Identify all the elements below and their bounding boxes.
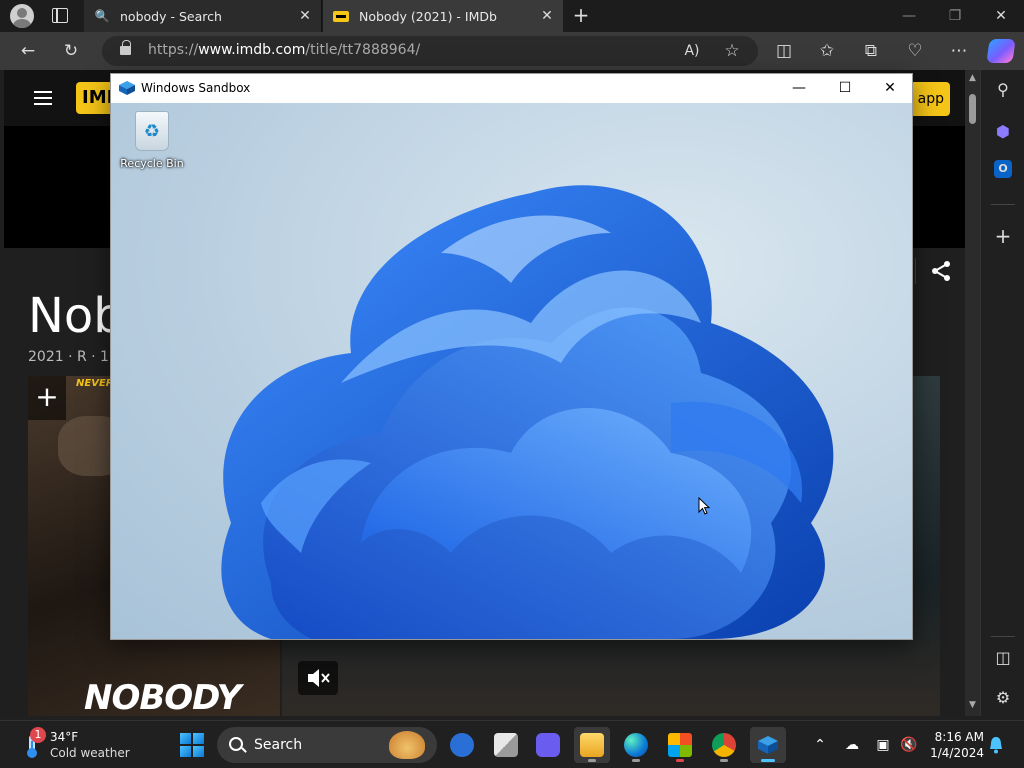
search-icon[interactable]: ⚲ <box>991 78 1015 102</box>
settings-gear-icon[interactable]: ⚙ <box>991 686 1015 710</box>
new-tab-button[interactable]: + <box>570 3 592 27</box>
favorites-icon[interactable]: ✩ <box>815 39 839 63</box>
weather-widget[interactable]: 1 34°F Cold weather <box>16 727 156 763</box>
search-icon: 🔍 <box>94 9 110 23</box>
chrome-icon <box>712 733 736 757</box>
desktop-icon-label: Recycle Bin <box>120 157 184 170</box>
taskbar-search[interactable]: Search <box>217 727 437 763</box>
search-highlight-icon <box>389 731 425 759</box>
profile-avatar[interactable] <box>10 4 34 28</box>
copilot-sidebar-icon[interactable]: ⬢ <box>991 120 1015 144</box>
more-icon[interactable]: ⋯ <box>947 39 971 63</box>
weather-temp: 34°F <box>50 730 79 744</box>
browser-tab-strip: 🔍 nobody - Search ✕ Nobody (2021) - IMDb… <box>0 0 1024 32</box>
use-app-button[interactable]: app <box>910 82 950 116</box>
windows-sandbox-window: Windows Sandbox — ☐ ✕ ♻ Recycle Bin <box>110 73 913 640</box>
browser-minimize-button[interactable]: — <box>886 0 932 32</box>
mouse-cursor-icon <box>698 497 710 515</box>
app-preview-icon <box>450 733 474 757</box>
sandbox-app-icon <box>758 736 778 754</box>
divider <box>915 258 916 284</box>
performance-icon[interactable]: ♡ <box>903 39 927 63</box>
desktop-icon-recycle-bin[interactable]: ♻ Recycle Bin <box>117 111 187 170</box>
windows-taskbar: 1 34°F Cold weather Search ⌃ ☁ ▣ 🔇 8:16 … <box>0 720 1024 768</box>
address-bar[interactable]: https://www.imdb.com/title/tt7888964/ A)… <box>102 36 758 66</box>
start-button[interactable] <box>180 733 204 757</box>
taskbar-app-file-explorer[interactable] <box>574 727 610 763</box>
menu-icon[interactable] <box>34 91 52 105</box>
lock-icon[interactable] <box>120 40 131 57</box>
scroll-up-icon[interactable]: ▲ <box>967 73 978 84</box>
sandbox-app-icon <box>119 81 135 95</box>
favorite-star-icon[interactable]: ☆ <box>720 39 744 63</box>
poster-title: NOBODY <box>84 678 241 716</box>
taskbar-app-store[interactable] <box>662 727 698 763</box>
folder-icon <box>580 733 604 757</box>
sidebar-divider <box>991 636 1015 637</box>
clock-date: 1/4/2024 <box>930 746 984 760</box>
teams-icon <box>536 733 560 757</box>
sandbox-titlebar[interactable]: Windows Sandbox — ☐ ✕ <box>111 74 912 103</box>
search-icon <box>229 737 243 751</box>
scroll-thumb[interactable] <box>969 94 976 124</box>
task-view-icon <box>494 733 518 757</box>
taskbar-app-task-view[interactable] <box>488 727 524 763</box>
copilot-icon[interactable] <box>986 39 1016 63</box>
taskbar-app-teams[interactable] <box>530 727 566 763</box>
mute-button[interactable] <box>298 661 338 695</box>
taskbar-app-prerelease[interactable] <box>444 727 480 763</box>
network-icon[interactable]: ▣ <box>873 735 893 755</box>
scroll-down-icon[interactable]: ▼ <box>967 700 978 711</box>
tab-title: nobody - Search <box>120 8 222 24</box>
show-hidden-icons-icon[interactable]: ⌃ <box>810 735 830 755</box>
hide-sidebar-icon[interactable]: ◫ <box>991 646 1015 670</box>
taskbar-app-windows-sandbox[interactable] <box>750 727 786 763</box>
sidebar-divider <box>991 204 1015 205</box>
recycle-bin-icon: ♻ <box>135 111 169 151</box>
sandbox-title: Windows Sandbox <box>141 81 251 95</box>
onedrive-offline-icon[interactable]: ☁ <box>842 735 862 755</box>
browser-toolbar: ← ↻ https://www.imdb.com/title/tt7888964… <box>0 32 1024 70</box>
tab-close-button[interactable]: ✕ <box>295 8 315 24</box>
taskbar-app-chrome[interactable] <box>706 727 742 763</box>
back-icon[interactable]: ← <box>16 39 40 63</box>
sandbox-maximize-button[interactable]: ☐ <box>822 74 868 103</box>
tab-title: Nobody (2021) - IMDb <box>359 8 497 24</box>
imdb-favicon-icon <box>333 8 349 24</box>
tab-search[interactable]: 🔍 nobody - Search ✕ <box>84 0 322 32</box>
sandbox-minimize-button[interactable]: — <box>776 74 822 103</box>
store-icon <box>668 733 692 757</box>
weather-badge: 1 <box>30 727 46 743</box>
read-aloud-icon[interactable]: A) <box>680 39 704 63</box>
split-screen-icon[interactable]: ◫ <box>772 39 796 63</box>
clock-time: 8:16 AM <box>934 730 984 744</box>
add-sidebar-app-icon[interactable]: + <box>991 224 1015 248</box>
sandbox-desktop[interactable]: ♻ Recycle Bin <box>111 103 912 639</box>
collections-icon[interactable]: ⧉ <box>859 39 883 63</box>
tab-actions-icon[interactable] <box>52 8 68 23</box>
notification-bell-icon[interactable] <box>989 736 1003 754</box>
outlook-icon[interactable]: O <box>994 160 1012 178</box>
tab-close-button[interactable]: ✕ <box>537 8 557 24</box>
share-icon[interactable] <box>930 260 952 282</box>
edge-icon <box>624 733 648 757</box>
system-clock[interactable]: 8:16 AM 1/4/2024 <box>928 729 984 761</box>
weather-desc: Cold weather <box>50 746 130 760</box>
refresh-icon[interactable]: ↻ <box>59 39 83 63</box>
page-scrollbar[interactable]: ▲ ▼ <box>965 70 980 716</box>
browser-sidebar: ⚲ ⬢ O + ◫ ⚙ <box>980 70 1024 716</box>
volume-muted-icon[interactable]: 🔇 <box>899 735 919 755</box>
taskbar-app-edge[interactable] <box>618 727 654 763</box>
sandbox-close-button[interactable]: ✕ <box>867 74 913 103</box>
search-label: Search <box>254 737 303 753</box>
windows-bloom-wallpaper <box>221 185 834 639</box>
tab-imdb[interactable]: Nobody (2021) - IMDb ✕ <box>323 0 563 32</box>
browser-close-button[interactable]: ✕ <box>978 0 1024 32</box>
url-text[interactable]: https://www.imdb.com/title/tt7888964/ <box>148 42 420 58</box>
add-to-watchlist-button[interactable]: + <box>28 376 66 420</box>
browser-restore-button[interactable]: ❐ <box>932 0 978 32</box>
